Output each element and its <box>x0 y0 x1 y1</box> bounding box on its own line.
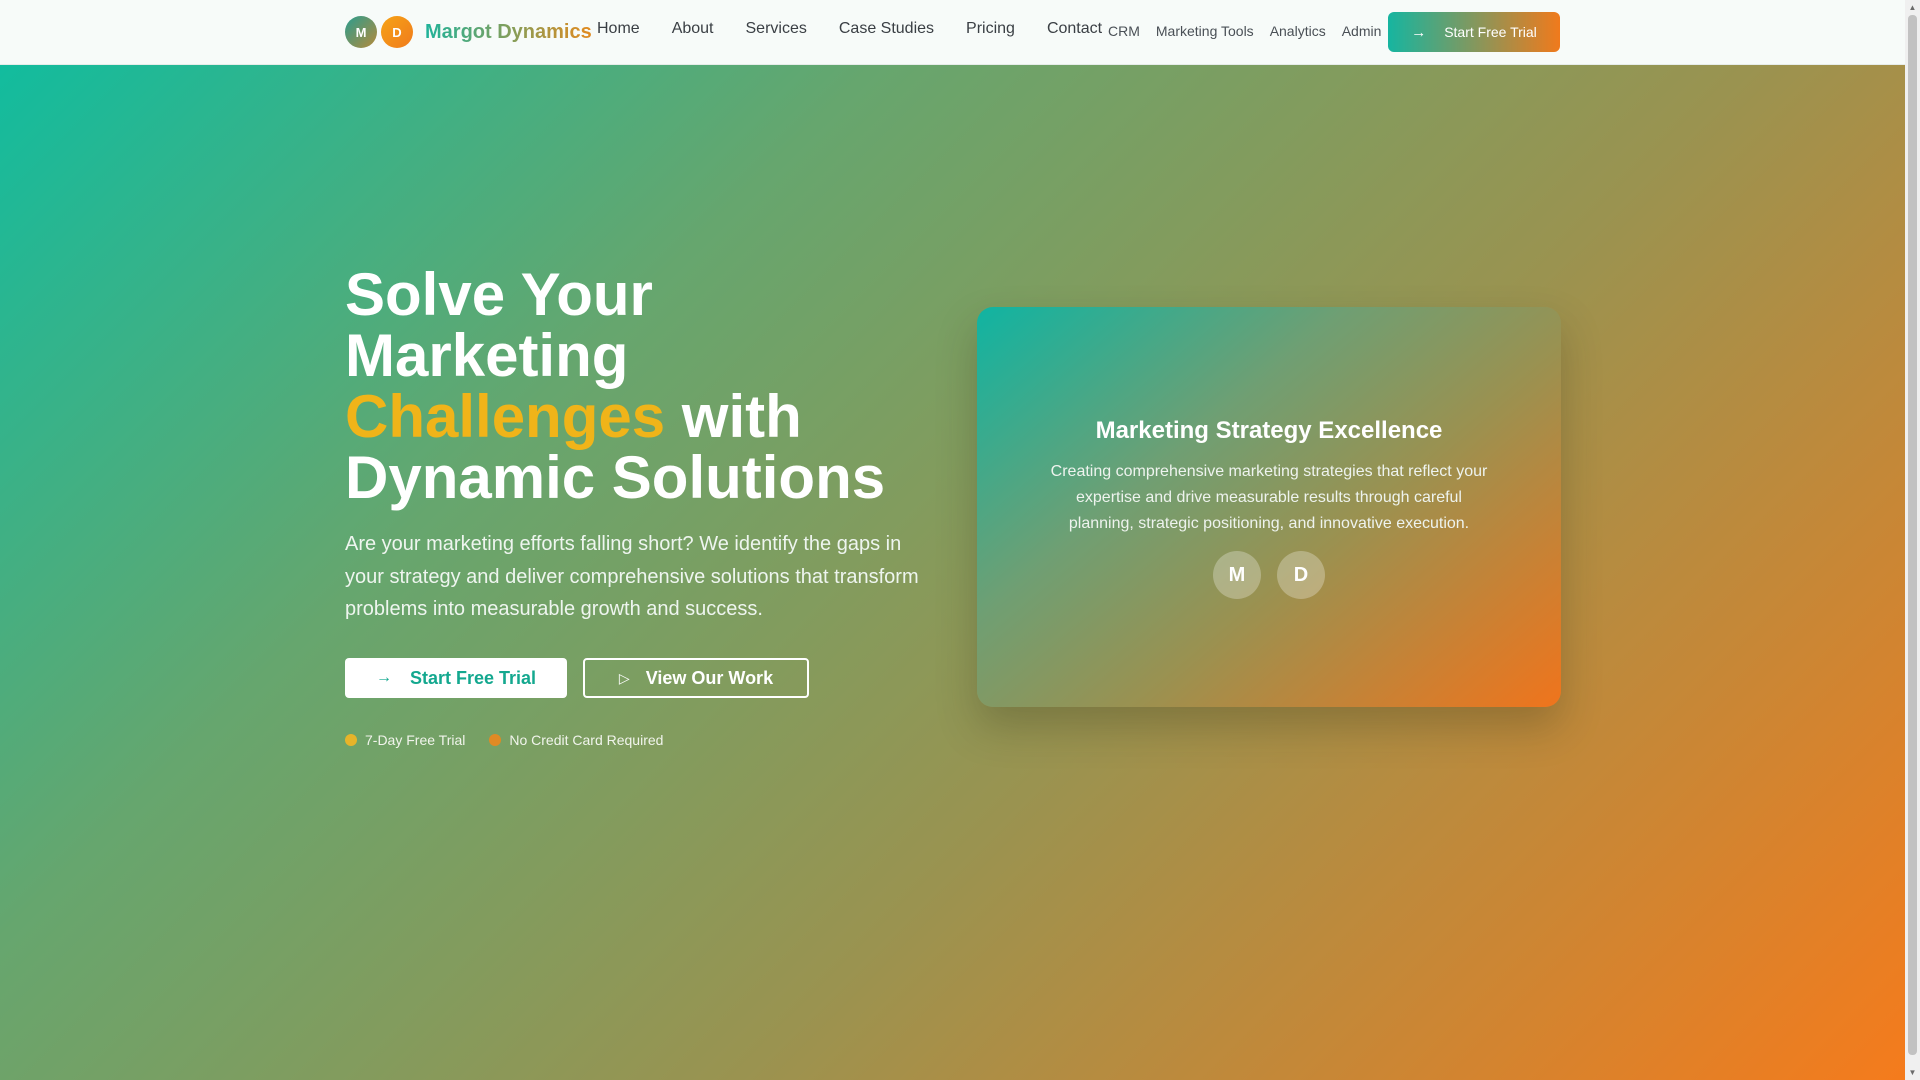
nav-link-contact[interactable]: Contact <box>1047 20 1102 38</box>
scroll-down-arrow-icon[interactable]: ▼ <box>1905 1065 1920 1080</box>
scroll-thumb[interactable] <box>1908 15 1917 1055</box>
badge-dot-icon <box>345 734 357 746</box>
start-free-trial-label: Start Free Trial <box>409 667 537 688</box>
hero-subtitle: Are your marketing efforts falling short… <box>345 533 919 620</box>
secondary-nav: CRM Marketing Tools Analytics Admin <box>1108 23 1397 39</box>
avatar: D <box>1277 551 1325 599</box>
play-icon: ▷ <box>618 669 630 686</box>
view-our-work-label: View Our Work <box>645 667 774 688</box>
nav-link-marketing-tools[interactable]: Marketing Tools <box>1156 23 1254 39</box>
start-free-trial-button[interactable]: → Start Free Trial <box>345 658 567 698</box>
badge-label: No Credit Card Required <box>509 732 664 748</box>
page: M D Margot Dynamics Home About Services … <box>0 0 1905 1080</box>
hero-title-part1: Solve Your Marketing <box>345 261 653 389</box>
nav-link-analytics[interactable]: Analytics <box>1270 23 1326 39</box>
nav-link-about[interactable]: About <box>672 20 714 38</box>
arrow-right-icon: → <box>1411 23 1427 41</box>
logo-initial-d: D <box>381 16 413 48</box>
header-cta-label: Start Free Trial <box>1444 24 1537 40</box>
header-start-trial-button[interactable]: → Start Free Trial <box>1388 12 1560 52</box>
badge-free-trial: 7-Day Free Trial <box>345 732 465 748</box>
view-our-work-button[interactable]: ▷ View Our Work <box>583 658 809 698</box>
hero-title: Solve Your Marketing Challenges with Dyn… <box>345 264 945 508</box>
logo[interactable]: M D Margot Dynamics <box>345 16 592 48</box>
nav-link-pricing[interactable]: Pricing <box>966 20 1015 38</box>
scroll-up-arrow-icon[interactable]: ▲ <box>1905 0 1920 15</box>
brand-name[interactable]: Margot Dynamics <box>425 21 592 44</box>
nav-link-services[interactable]: Services <box>746 20 807 38</box>
card-avatars: M D <box>977 551 1561 599</box>
hero-title-highlight: Challenges <box>345 383 666 450</box>
main-nav: Home About Services Case Studies Pricing… <box>597 20 1102 38</box>
badge-label: 7-Day Free Trial <box>365 732 466 748</box>
page-scrollbar[interactable]: ▲ ▼ <box>1905 0 1920 1080</box>
arrow-right-icon: → <box>375 669 392 686</box>
avatar: M <box>1213 551 1261 599</box>
card-text: Creating comprehensive marketing strateg… <box>1050 463 1488 532</box>
hero-section <box>0 65 1905 1080</box>
badge-no-credit-card: No Credit Card Required <box>489 732 663 748</box>
nav-link-admin[interactable]: Admin <box>1342 23 1382 39</box>
card-title: Marketing Strategy Excellence <box>1095 417 1443 444</box>
badge-dot-icon <box>489 734 502 746</box>
logo-initial-m: M <box>345 16 377 48</box>
nav-link-case-studies[interactable]: Case Studies <box>839 20 934 38</box>
nav-link-home[interactable]: Home <box>597 20 640 38</box>
trust-badges: 7-Day Free Trial No Credit Card Required <box>345 732 687 748</box>
feature-card: Marketing Strategy Excellence Creating c… <box>977 307 1561 707</box>
nav-link-crm[interactable]: CRM <box>1108 23 1140 39</box>
site-header: M D Margot Dynamics Home About Services … <box>0 0 1905 65</box>
